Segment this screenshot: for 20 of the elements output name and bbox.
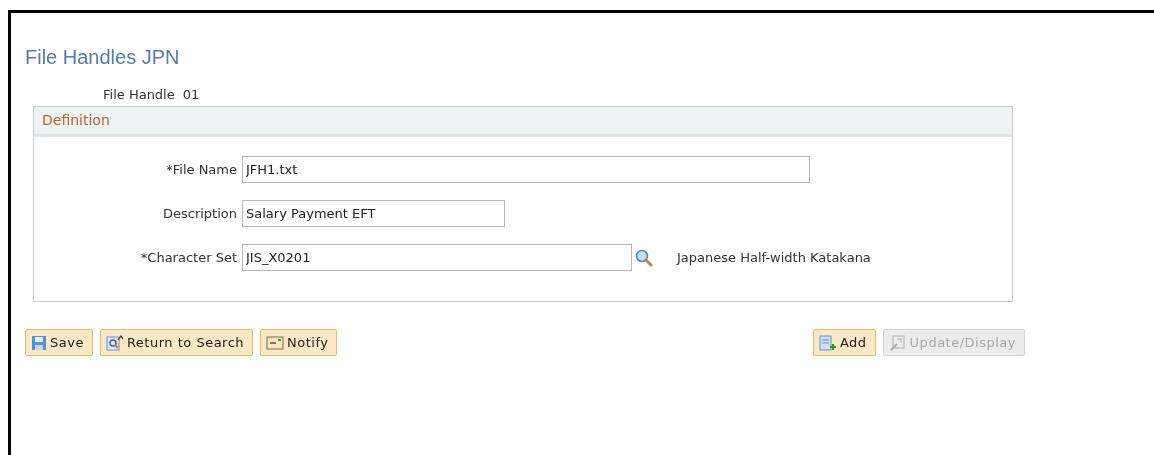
toolbar-button[interactable]: Return to Search	[99, 329, 254, 356]
page-plus-icon	[818, 334, 837, 351]
toolbar-button[interactable]: Notify	[260, 329, 338, 356]
field-value: 01	[182, 87, 200, 103]
search-icon[interactable]	[635, 248, 653, 267]
field-label: Description	[162, 205, 237, 221]
panel-title: Definition	[42, 111, 110, 130]
magnifier-page-icon	[105, 334, 124, 351]
toolbar-button[interactable]: Save	[25, 329, 93, 356]
input-field[interactable]: Salary Payment EFT	[242, 200, 505, 227]
field-description: Japanese Half-width Katakana	[677, 248, 871, 267]
field-label: File Handle	[103, 87, 175, 103]
page-title: File Handles JPN	[25, 45, 180, 70]
page-pencil-icon	[888, 334, 907, 351]
input-field[interactable]: JIS_X0201	[242, 244, 632, 271]
input-field[interactable]: JFH1.txt	[242, 156, 810, 183]
field-label: *Character Set	[140, 249, 237, 265]
field-label: *File Name	[166, 161, 237, 177]
note-icon	[266, 334, 285, 351]
toolbar-button[interactable]: Add	[812, 329, 876, 356]
